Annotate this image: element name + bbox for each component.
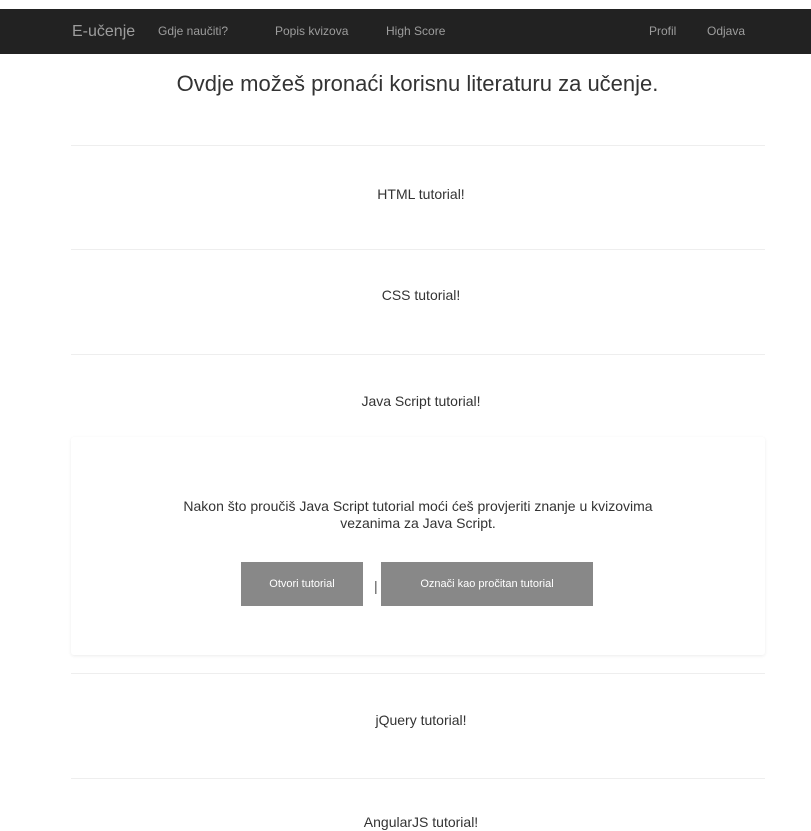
nav-link-gdje-nauciti[interactable]: Gdje naučiti? xyxy=(158,9,228,54)
nav-link-high-score[interactable]: High Score xyxy=(386,9,445,54)
open-tutorial-button[interactable]: Otvori tutorial xyxy=(241,562,363,606)
tutorial-title-jquery[interactable]: jQuery tutorial! xyxy=(71,712,771,728)
javascript-tutorial-panel: Nakon što proučiš Java Script tutorial m… xyxy=(71,437,765,655)
tutorial-title-angularjs[interactable]: AngularJS tutorial! xyxy=(71,814,771,830)
nav-link-odjava[interactable]: Odjava xyxy=(707,9,745,54)
brand-link[interactable]: E-učenje xyxy=(72,9,135,54)
divider xyxy=(71,354,765,355)
nav-link-profil[interactable]: Profil xyxy=(649,9,676,54)
tutorial-title-html[interactable]: HTML tutorial! xyxy=(71,186,771,202)
nav-link-popis-kvizova[interactable]: Popis kvizova xyxy=(275,9,348,54)
divider xyxy=(71,145,765,146)
mark-as-read-button[interactable]: Označi kao pročitan tutorial xyxy=(381,562,593,606)
page-title: Ovdje možeš pronaći korisnu literaturu z… xyxy=(176,71,659,96)
divider xyxy=(71,249,765,250)
panel-description: Nakon što proučiš Java Script tutorial m… xyxy=(71,498,765,532)
divider xyxy=(71,778,765,779)
top-navbar: E-učenje Gdje naučiti? Popis kvizova Hig… xyxy=(0,9,811,54)
panel-description-line-1: Nakon što proučiš Java Script tutorial m… xyxy=(183,498,653,514)
tutorial-title-css[interactable]: CSS tutorial! xyxy=(71,287,771,303)
tutorial-title-javascript[interactable]: Java Script tutorial! xyxy=(71,393,771,409)
panel-description-line-2: vezanima za Java Script. xyxy=(340,515,496,531)
divider xyxy=(71,673,765,674)
button-separator: | xyxy=(374,578,378,594)
